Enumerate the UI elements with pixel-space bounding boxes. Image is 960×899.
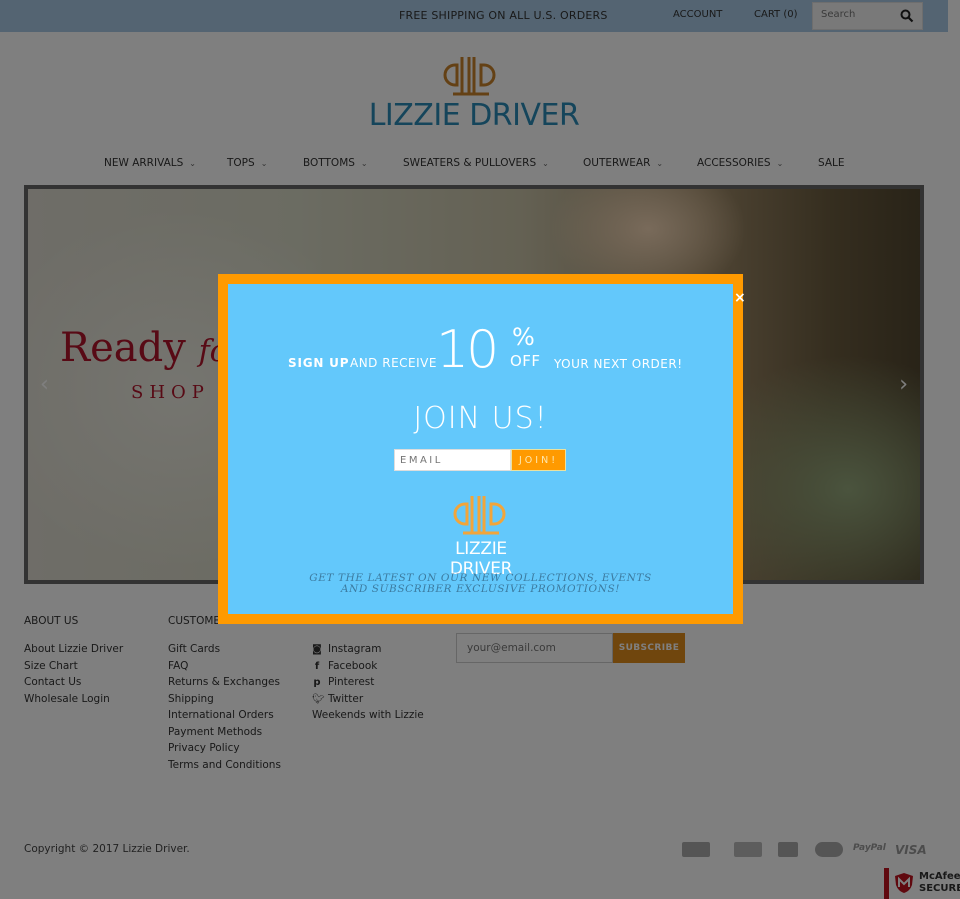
join-us-heading: JOIN US! [413, 401, 548, 436]
signup-modal-body: × SIGN UP AND RECEIVE 10 % OFF YOUR NEXT… [228, 284, 746, 614]
page: FREE SHIPPING ON ALL U.S. ORDERS ACCOUNT… [0, 0, 960, 899]
discount-offer: SIGN UP AND RECEIVE 10 % OFF YOUR NEXT O… [228, 320, 733, 381]
signup-modal: × SIGN UP AND RECEIVE 10 % OFF YOUR NEXT… [218, 274, 746, 624]
modal-tagline: Get the latest on our new collections, e… [228, 573, 733, 595]
join-button[interactable]: JOIN! [511, 449, 566, 471]
tagline-line-2: and subscriber exclusive promotions! [340, 583, 621, 595]
close-icon[interactable]: × [734, 290, 746, 306]
modal-signup-form: JOIN! [394, 449, 566, 471]
offer-and-receive: AND RECEIVE [350, 356, 437, 370]
modal-brand-logo: LIZZIE DRIVER [423, 494, 539, 579]
offer-percent: % [512, 323, 535, 351]
logo-mark-icon [453, 496, 506, 535]
offer-discount: 10 [436, 320, 499, 380]
offer-next-order: YOUR NEXT ORDER! [554, 357, 683, 371]
modal-email-input[interactable] [394, 449, 511, 471]
offer-off: OFF [510, 352, 541, 370]
offer-sign-up: SIGN UP [288, 356, 350, 370]
